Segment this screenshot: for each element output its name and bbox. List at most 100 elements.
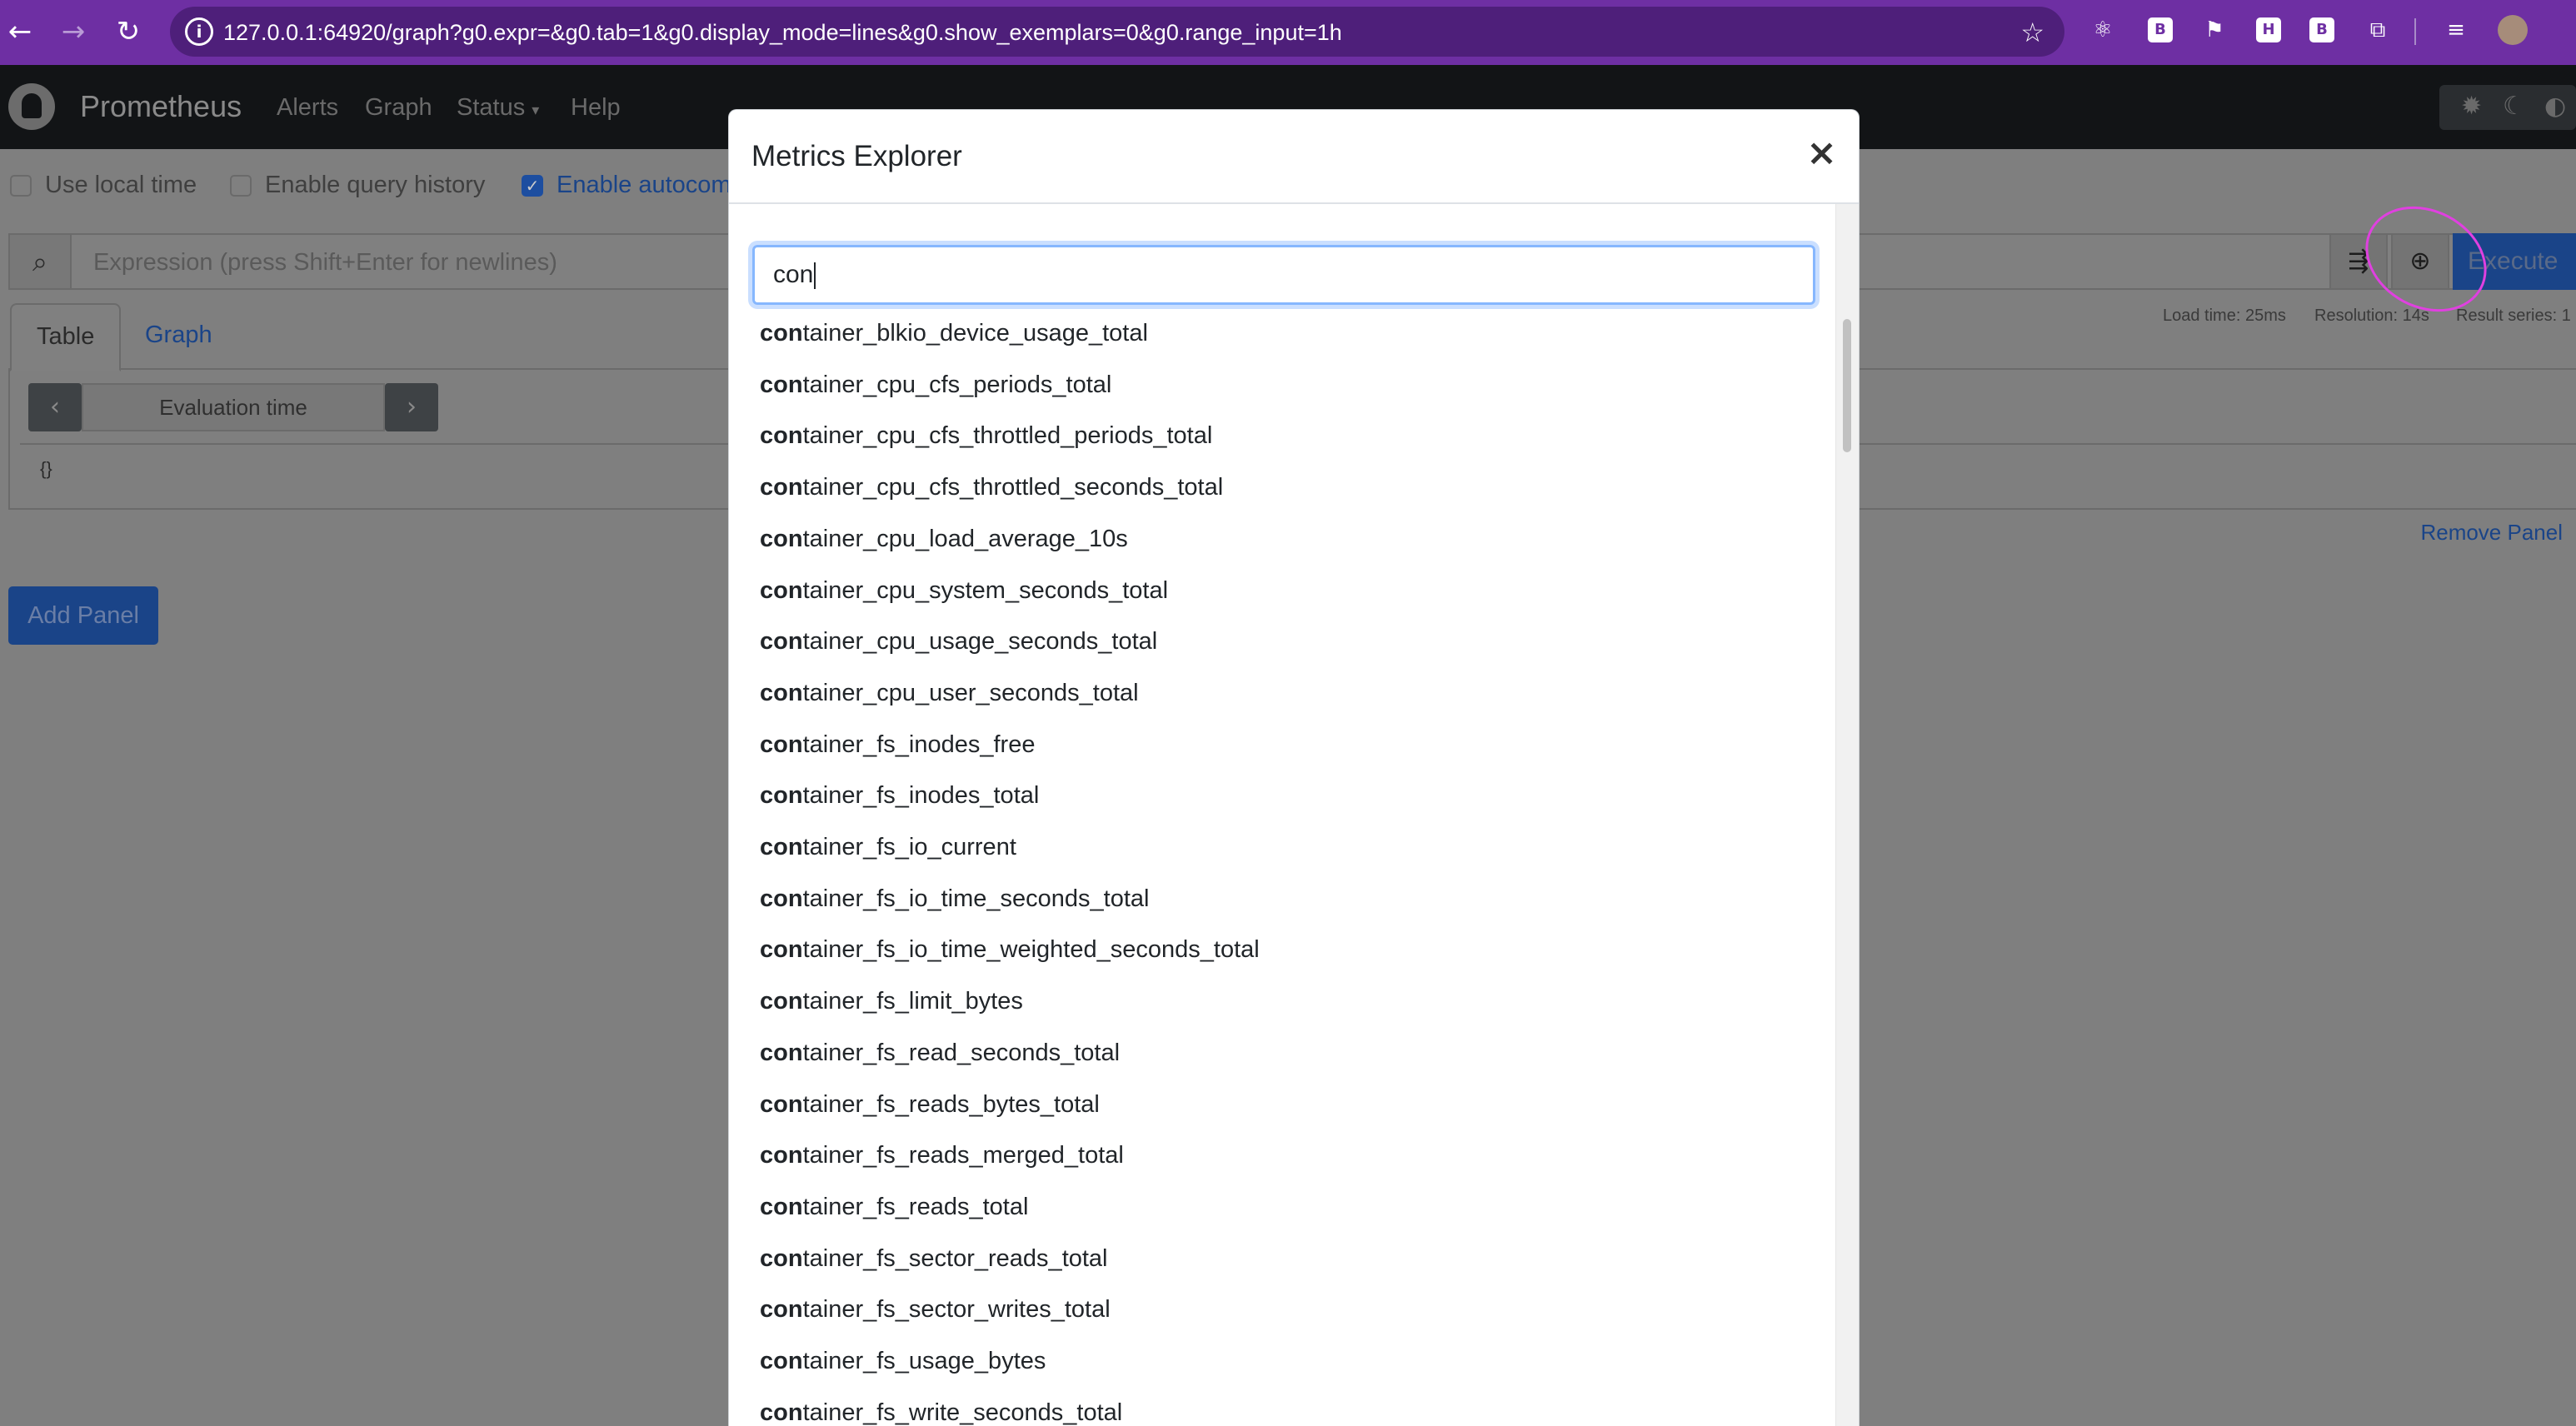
- search-icon: ⌕: [10, 235, 72, 288]
- metric-list-item[interactable]: container_fs_sector_reads_total: [760, 1238, 1108, 1279]
- metric-list-item[interactable]: container_cpu_cfs_throttled_periods_tota…: [760, 415, 1212, 456]
- metric-list-item[interactable]: container_cpu_cfs_periods_total: [760, 364, 1111, 406]
- match-highlight: con: [760, 730, 803, 758]
- autocomplete-checkbox[interactable]: ✓: [522, 175, 543, 197]
- metric-list-item[interactable]: container_cpu_cfs_throttled_seconds_tota…: [760, 466, 1223, 508]
- metric-list-item[interactable]: container_cpu_system_seconds_total: [760, 570, 1168, 611]
- metric-list-item[interactable]: container_fs_limit_bytes: [760, 980, 1023, 1022]
- metric-list-item[interactable]: container_fs_read_seconds_total: [760, 1032, 1120, 1074]
- reading-list-icon[interactable]: ≡: [2441, 15, 2471, 45]
- expression-input[interactable]: Expression (press Shift+Enter for newlin…: [93, 249, 557, 277]
- tab-table[interactable]: Table: [10, 303, 122, 371]
- match-highlight: con: [760, 834, 803, 860]
- extensions-puzzle-icon[interactable]: ⧉: [2363, 15, 2393, 45]
- autocomplete-label: Enable autocom: [557, 172, 731, 198]
- match-highlight: con: [760, 474, 803, 501]
- theme-switcher: ✹ ☾ ◐: [2439, 85, 2576, 130]
- react-devtools-icon[interactable]: ⚛: [2088, 15, 2118, 45]
- metric-list-item[interactable]: container_fs_io_time_seconds_total: [760, 878, 1150, 920]
- modal-title: Metrics Explorer: [751, 140, 962, 172]
- metric-name-rest: tainer_fs_usage_bytes: [802, 1348, 1046, 1374]
- match-highlight: con: [760, 885, 803, 912]
- metric-name-rest: tainer_fs_io_current: [802, 834, 1016, 860]
- match-highlight: con: [760, 679, 803, 706]
- metric-list-item[interactable]: container_blkio_device_usage_total: [760, 312, 1148, 354]
- metric-name-rest: tainer_cpu_cfs_throttled_seconds_total: [802, 474, 1224, 501]
- match-highlight: con: [760, 1090, 803, 1118]
- metric-name-rest: tainer_fs_sector_writes_total: [802, 1296, 1111, 1324]
- metric-name-rest: tainer_fs_io_time_weighted_seconds_total: [802, 936, 1260, 964]
- nav-link-graph[interactable]: Graph: [365, 94, 432, 122]
- modal-header: Metrics Explorer ×: [729, 110, 1859, 204]
- evaluation-time-input[interactable]: Evaluation time: [82, 383, 385, 431]
- metric-list-item[interactable]: container_fs_reads_bytes_total: [760, 1084, 1100, 1125]
- metric-list-item[interactable]: container_fs_write_seconds_total: [760, 1392, 1122, 1426]
- metric-list-item[interactable]: container_fs_sector_writes_total: [760, 1289, 1111, 1330]
- match-highlight: con: [760, 371, 803, 398]
- profile-avatar[interactable]: [2498, 15, 2528, 45]
- use-local-time-label: Use local time: [45, 172, 197, 198]
- metric-name-rest: tainer_fs_write_seconds_total: [802, 1399, 1123, 1426]
- metric-name-rest: tainer_blkio_device_usage_total: [802, 320, 1148, 347]
- back-icon[interactable]: ←: [0, 12, 40, 52]
- metric-list-item[interactable]: container_fs_usage_bytes: [760, 1340, 1046, 1382]
- match-highlight: con: [760, 628, 803, 656]
- evaluation-time-group: ‹ Evaluation time ›: [28, 383, 438, 431]
- metric-list-item[interactable]: container_fs_inodes_free: [760, 724, 1035, 765]
- match-highlight: con: [760, 525, 803, 552]
- match-highlight: con: [760, 1348, 803, 1374]
- tab-graph[interactable]: Graph: [120, 303, 237, 370]
- browser-toolbar: ← → ↻ i 127.0.0.1:64920/graph?g0.expr=&g…: [0, 0, 2576, 65]
- brand-title[interactable]: Prometheus: [80, 89, 242, 124]
- toolbar-divider: [2414, 18, 2416, 45]
- metric-list-item[interactable]: container_cpu_user_seconds_total: [760, 672, 1139, 714]
- metric-search-input[interactable]: con: [752, 245, 1815, 305]
- prometheus-logo-icon[interactable]: [8, 83, 55, 130]
- caret-down-icon: ▾: [532, 102, 540, 118]
- nav-link-alerts[interactable]: Alerts: [277, 94, 338, 122]
- metric-name-rest: tainer_cpu_cfs_periods_total: [802, 371, 1112, 398]
- metric-name-rest: tainer_cpu_system_seconds_total: [802, 576, 1169, 604]
- dark-theme-icon[interactable]: ☾: [2503, 92, 2525, 121]
- metric-name-rest: tainer_cpu_load_average_10s: [802, 525, 1128, 552]
- match-highlight: con: [760, 320, 803, 347]
- nav-link-help[interactable]: Help: [571, 94, 621, 122]
- extension-icon[interactable]: B: [2309, 17, 2334, 42]
- chevron-right-icon[interactable]: ›: [385, 383, 438, 431]
- metric-list-item[interactable]: container_fs_io_current: [760, 826, 1016, 868]
- auto-theme-icon[interactable]: ◐: [2544, 92, 2566, 121]
- metric-name-rest: tainer_fs_io_time_seconds_total: [802, 885, 1150, 912]
- status-label: Status: [457, 94, 526, 121]
- metric-list-item[interactable]: container_fs_reads_total: [760, 1186, 1028, 1228]
- query-history-checkbox[interactable]: [230, 175, 252, 197]
- metric-list-item[interactable]: container_fs_reads_merged_total: [760, 1134, 1124, 1176]
- nav-link-status[interactable]: Status ▾: [457, 94, 539, 122]
- metric-list-item[interactable]: container_fs_inodes_total: [760, 775, 1039, 816]
- close-icon[interactable]: ×: [1806, 135, 1837, 172]
- match-highlight: con: [760, 1142, 803, 1169]
- scrollbar-thumb[interactable]: [1843, 319, 1851, 452]
- metric-list-item[interactable]: container_cpu_load_average_10s: [760, 518, 1128, 560]
- match-highlight: con: [760, 988, 803, 1015]
- extension-icon[interactable]: ⚑: [2199, 15, 2229, 45]
- url-text[interactable]: 127.0.0.1:64920/graph?g0.expr=&g0.tab=1&…: [223, 20, 1342, 46]
- match-highlight: con: [760, 782, 803, 810]
- metric-name-rest: tainer_cpu_user_seconds_total: [802, 679, 1139, 706]
- scrollbar[interactable]: [1835, 204, 1859, 1426]
- address-bar[interactable]: i 127.0.0.1:64920/graph?g0.expr=&g0.tab=…: [170, 7, 2064, 57]
- site-info-icon[interactable]: i: [185, 17, 213, 46]
- use-local-time-checkbox[interactable]: [10, 175, 32, 197]
- bookmark-star-icon[interactable]: ☆: [2020, 17, 2044, 48]
- extension-icon[interactable]: H: [2256, 17, 2281, 42]
- metric-name-rest: tainer_fs_inodes_total: [802, 782, 1040, 810]
- forward-icon[interactable]: →: [53, 12, 93, 52]
- light-theme-icon[interactable]: ✹: [2461, 92, 2482, 121]
- reload-icon[interactable]: ↻: [108, 12, 148, 52]
- remove-panel-link[interactable]: Remove Panel: [2420, 520, 2563, 546]
- metric-name-rest: tainer_fs_read_seconds_total: [802, 1039, 1121, 1066]
- chevron-left-icon[interactable]: ‹: [28, 383, 82, 431]
- metric-list-item[interactable]: container_cpu_usage_seconds_total: [760, 621, 1157, 662]
- extension-icon[interactable]: B: [2148, 17, 2173, 42]
- metric-list-item[interactable]: container_fs_io_time_weighted_seconds_to…: [760, 929, 1260, 970]
- add-panel-button[interactable]: Add Panel: [8, 586, 158, 645]
